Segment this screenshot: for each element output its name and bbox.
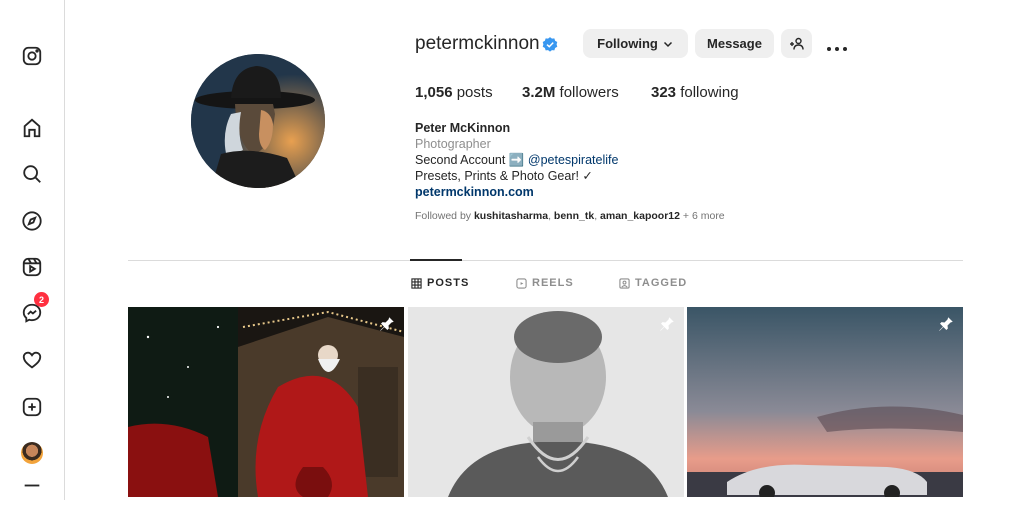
followed-by-line[interactable]: Followed by kushitasharma, benn_tk, aman… xyxy=(415,210,725,222)
notification-badge: 2 xyxy=(34,292,49,307)
post-thumbnail-3[interactable] xyxy=(687,307,963,497)
message-button[interactable]: Message xyxy=(695,29,774,58)
profile-full-name: Peter McKinnon xyxy=(415,121,511,135)
pinned-icon xyxy=(939,317,953,331)
post-thumbnail-2[interactable] xyxy=(408,307,684,497)
pinned-icon xyxy=(660,317,674,331)
home-icon[interactable] xyxy=(20,116,44,140)
explore-icon[interactable] xyxy=(20,209,44,233)
sidebar: 2 xyxy=(0,0,65,500)
follower-user-1[interactable]: kushitasharma xyxy=(474,210,548,222)
tagged-icon xyxy=(619,277,630,289)
more-options-icon[interactable] xyxy=(826,40,848,51)
right-arrow-emoji-icon: ➡️ xyxy=(508,153,525,167)
bio-mention-link[interactable]: @petespiratelife xyxy=(528,153,619,167)
tab-reels[interactable]: REELS xyxy=(516,277,574,289)
profile-username: petermckinnon xyxy=(415,33,540,54)
create-icon[interactable] xyxy=(20,395,44,419)
notifications-heart-icon[interactable] xyxy=(20,348,44,372)
chevron-down-icon xyxy=(663,41,672,47)
profile-avatar-large[interactable] xyxy=(191,54,325,188)
profile-avatar[interactable] xyxy=(20,441,44,465)
reels-tab-icon xyxy=(516,277,527,289)
message-button-label: Message xyxy=(707,36,762,51)
bio-line-2: Presets, Prints & Photo Gear! ✓ xyxy=(415,169,593,183)
instagram-logo-icon[interactable] xyxy=(20,44,44,68)
profile-website-link[interactable]: petermckinnon.com xyxy=(415,184,534,200)
tab-tagged[interactable]: TAGGED xyxy=(619,277,687,289)
more-menu-icon[interactable] xyxy=(20,484,44,498)
post-thumbnail-1[interactable] xyxy=(128,307,404,497)
following-button-label: Following xyxy=(597,36,658,51)
posts-count: 1,056 posts xyxy=(415,84,493,101)
suggest-people-button[interactable] xyxy=(781,29,812,58)
following-button[interactable]: Following xyxy=(583,29,688,58)
follower-user-2[interactable]: benn_tk xyxy=(554,210,594,222)
profile-divider xyxy=(128,260,963,261)
tab-posts[interactable]: POSTS xyxy=(411,277,469,289)
grid-icon xyxy=(411,277,422,289)
pinned-icon xyxy=(380,317,394,331)
following-count[interactable]: 323 following xyxy=(651,84,739,101)
messenger-icon[interactable]: 2 xyxy=(20,292,49,325)
bio-line-1: Second Account ➡️ @petespiratelife xyxy=(415,152,618,168)
search-icon[interactable] xyxy=(20,162,44,186)
verified-badge-icon xyxy=(542,37,558,52)
add-person-icon xyxy=(789,37,804,50)
followers-count[interactable]: 3.2M followers xyxy=(522,84,619,101)
bio-line-1-text: Second Account xyxy=(415,153,506,167)
follower-user-3[interactable]: aman_kapoor12 xyxy=(600,210,680,222)
reels-icon[interactable] xyxy=(20,255,44,279)
active-tab-indicator xyxy=(410,259,462,261)
profile-category: Photographer xyxy=(415,137,491,151)
